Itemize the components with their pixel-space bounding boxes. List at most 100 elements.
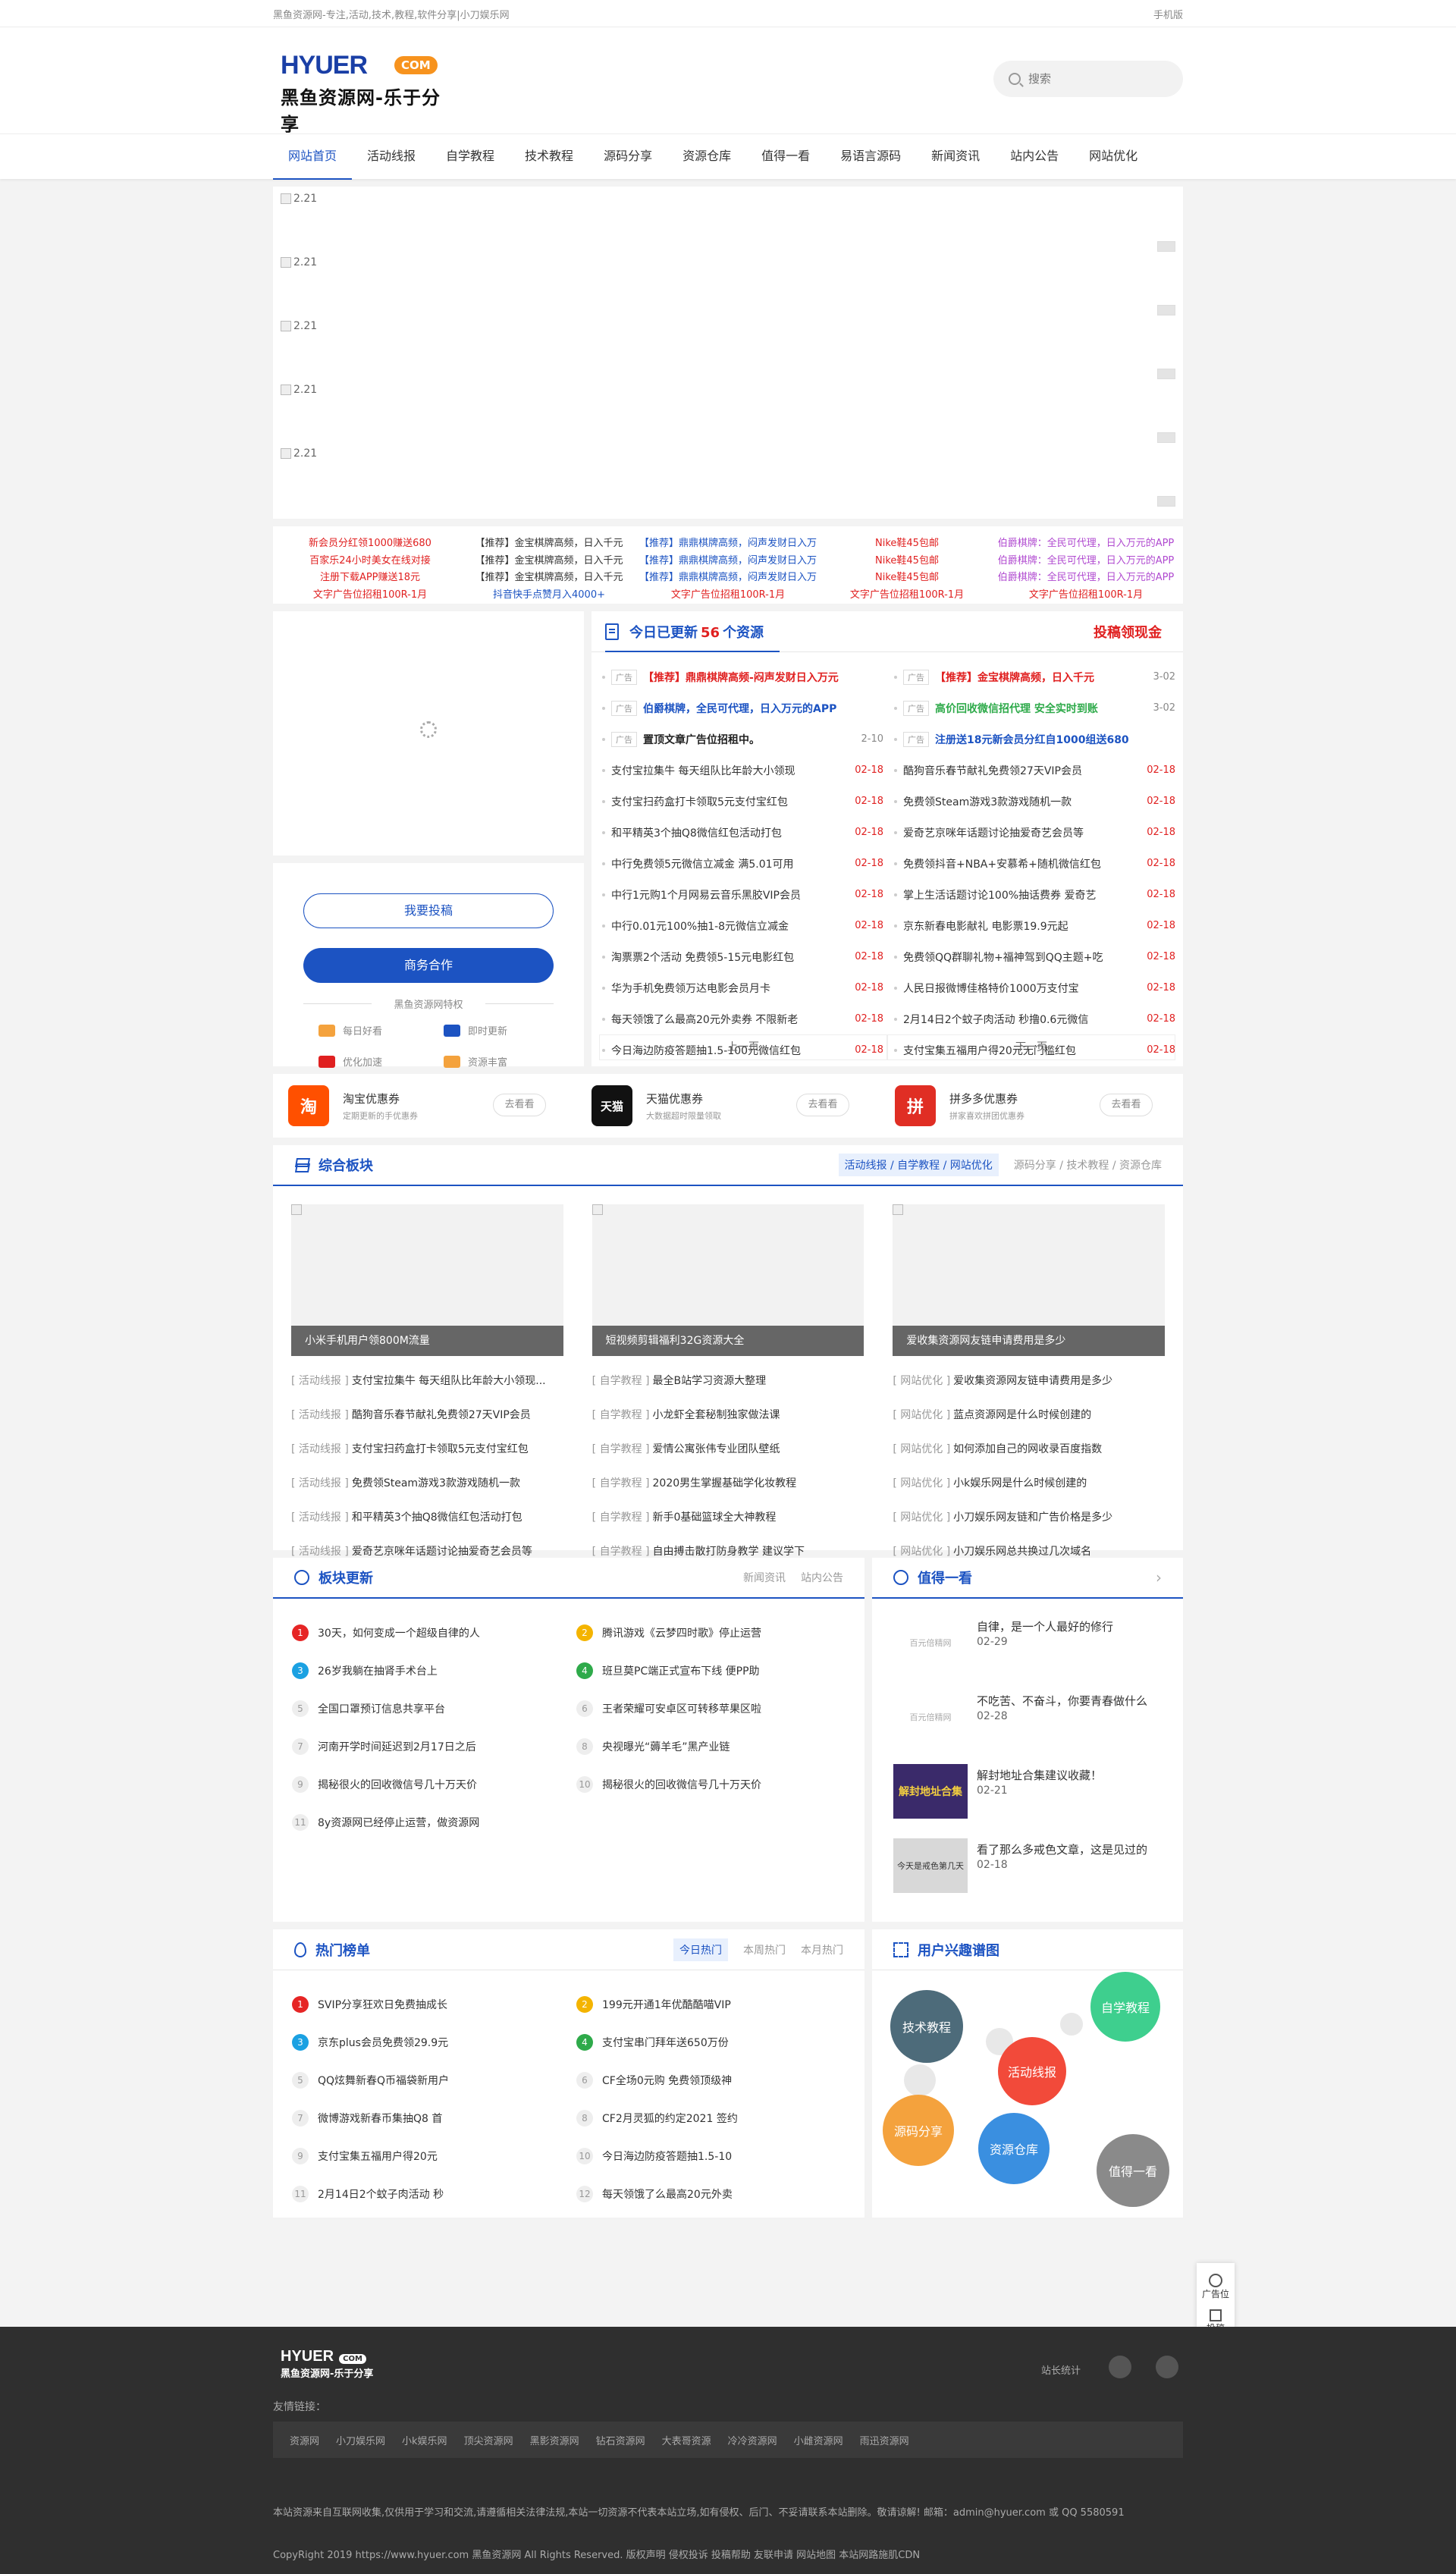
module-list-item[interactable]: [ 活动线报 ] 酷狗音乐春节献礼免费领27天VIP会员: [291, 1407, 563, 1441]
carousel-dot[interactable]: [1157, 241, 1175, 252]
composite-tab-inactive[interactable]: 源码分享 / 技术教程 / 资源仓库: [1014, 1154, 1162, 1176]
ranked-item[interactable]: 9 揭秘很火的回收微信号几十万天价: [292, 1766, 561, 1803]
update-title[interactable]: 中行1元购1个月网易云音乐黑胶VIP会员: [611, 887, 849, 902]
text-ad-link[interactable]: 【推荐】金宝棋牌高频，日入千元: [460, 570, 639, 587]
module-image[interactable]: 短视频剪辑福利32G资源大全: [592, 1204, 864, 1356]
text-ad-link[interactable]: 伯爵棋牌：全民可代理，日入万元的APP: [996, 553, 1175, 570]
nav-item-7[interactable]: 易语言源码: [825, 134, 916, 180]
update-title[interactable]: 华为手机免费领万达电影会员月卡: [611, 981, 849, 996]
prev-page-button[interactable]: 上一页: [599, 1034, 887, 1060]
coupon-go-button[interactable]: 去看看: [1100, 1094, 1153, 1116]
update-row[interactable]: 中行0.01元100%抽1-8元微信立减金 02-18: [599, 910, 883, 941]
module-caption[interactable]: 短视频剪辑福利32G资源大全: [592, 1326, 864, 1356]
update-title[interactable]: 掌上生活话题讨论100%抽话费券 爱奇艺: [903, 887, 1141, 902]
update-title[interactable]: 【推荐】鼎鼎棋牌高频-闷声发财日入万元: [643, 670, 883, 685]
search-input[interactable]: [1028, 72, 1172, 86]
update-title[interactable]: 【推荐】金宝棋牌高频，日入千元: [935, 670, 1147, 685]
update-row[interactable]: 广告 【推荐】鼎鼎棋牌高频-闷声发财日入万元: [599, 661, 883, 692]
search-icon[interactable]: [1009, 73, 1021, 85]
ranked-item[interactable]: 5 QQ炫舞新春Q币福袋新用户: [292, 2061, 561, 2099]
update-row[interactable]: 免费领抖音+NBA+安慕希+随机微信红包 02-18: [891, 848, 1175, 879]
ranked-item[interactable]: 2 199元开通1年优酷酷喵VIP: [576, 1985, 846, 2023]
update-title[interactable]: 免费领Steam游戏3款游戏随机一款: [903, 794, 1141, 809]
carousel-slide[interactable]: 2.21: [281, 320, 1175, 384]
ranked-item[interactable]: 8 央视曝光“薅羊毛”黑产业链: [576, 1728, 846, 1766]
submit-article-button[interactable]: 我要投稿: [303, 893, 554, 928]
nav-item-9[interactable]: 站内公告: [995, 134, 1074, 180]
update-title[interactable]: 爱奇艺京咪年话题讨论抽爱奇艺会员等: [903, 825, 1141, 840]
carousel-dot[interactable]: [1157, 305, 1175, 315]
module-list-item[interactable]: [ 自学教程 ] 2020男生掌握基础学化妆教程: [592, 1475, 864, 1509]
module-caption[interactable]: 小米手机用户领800M流量: [291, 1326, 563, 1356]
nav-item-1[interactable]: 活动线报: [352, 134, 431, 180]
ranked-item[interactable]: 6 CF全场0元购 免费领顶级神: [576, 2061, 846, 2099]
ranked-item[interactable]: 3 京东plus会员免费领29.9元: [292, 2023, 561, 2061]
module-caption[interactable]: 爱收集资源网友链申请费用是多少: [893, 1326, 1166, 1356]
ranked-item[interactable]: 9 支付宝集五福用户得20元: [292, 2137, 561, 2175]
carousel-dot[interactable]: [1157, 496, 1175, 507]
ranked-item[interactable]: 5 全国口罩预订信息共享平台: [292, 1690, 561, 1728]
worth-title[interactable]: 自律，是一个人最好的修行: [977, 1618, 1113, 1634]
update-title[interactable]: 人民日报微博佳格特价1000万支付宝: [903, 981, 1141, 996]
ranked-item[interactable]: 10 今日海边防疫答题抽1.5-10: [576, 2137, 846, 2175]
update-title[interactable]: 置顶文章广告位招租中。: [643, 732, 855, 747]
update-row[interactable]: 中行免费领5元微信立减金 满5.01可用 02-18: [599, 848, 883, 879]
bubble-activity[interactable]: 活动线报: [998, 2037, 1066, 2105]
update-row[interactable]: 广告 【推荐】金宝棋牌高频，日入千元 3-02: [891, 661, 1175, 692]
ranked-item[interactable]: 12 每天领饿了么最高20元外卖: [576, 2175, 846, 2213]
ranked-item[interactable]: 10 揭秘很火的回收微信号几十万天价: [576, 1766, 846, 1803]
module-list-item[interactable]: [ 自学教程 ] 小龙虾全套秘制独家做法课: [592, 1407, 864, 1441]
friend-link[interactable]: 资源网: [290, 2433, 319, 2447]
module-list-item[interactable]: [ 自学教程 ] 最全B站学习资源大整理: [592, 1373, 864, 1407]
banner-carousel[interactable]: 2.21 2.21 2.21 2.21 2.21: [273, 187, 1183, 519]
text-ad-link[interactable]: 【推荐】金宝棋牌高频，日入千元: [460, 535, 639, 553]
update-title[interactable]: 支付宝扫药盒打卡领取5元支付宝红包: [611, 794, 849, 809]
module-list-item[interactable]: [ 网站优化 ] 如何添加自己的网收录百度指数: [893, 1441, 1165, 1475]
carousel-slide[interactable]: 2.21: [281, 447, 1175, 511]
text-ad-link[interactable]: 抖音快手点赞月入4000+: [460, 587, 639, 604]
site-stats-link[interactable]: 站长统计: [1041, 2362, 1081, 2377]
business-cooperation-button[interactable]: 商务合作: [303, 948, 554, 983]
module-list-item[interactable]: [ 网站优化 ] 小刀娱乐网友链和广告价格是多少: [893, 1509, 1165, 1543]
ranked-item[interactable]: 1 SVIP分享狂欢日免费抽成长: [292, 1985, 561, 2023]
module-image[interactable]: 小米手机用户领800M流量: [291, 1204, 563, 1356]
update-title[interactable]: 免费领QQ群聊礼物+福神驾到QQ主题+吃: [903, 950, 1141, 965]
update-row[interactable]: 中行1元购1个月网易云音乐黑胶VIP会员 02-18: [599, 879, 883, 910]
text-ad-link[interactable]: 文字广告位招租100R-1月: [281, 587, 460, 604]
text-ad-link[interactable]: 伯爵棋牌：全民可代理，日入万元的APP: [996, 535, 1175, 553]
worth-item[interactable]: 百元倍精网 自律，是一个人最好的修行 02-29: [872, 1599, 1183, 1673]
text-ad-link[interactable]: 文字广告位招租100R-1月: [996, 587, 1175, 604]
update-title[interactable]: 淘票票2个活动 免费领5-15元电影红包: [611, 950, 849, 965]
text-ad-link[interactable]: 新会员分红领1000赚送680: [281, 535, 460, 553]
update-row[interactable]: 2月14日2个蚊子肉活动 秒撸0.6元微信 02-18: [891, 1003, 1175, 1034]
coupon-card[interactable]: 拼拼多多优惠券 拼家喜欢拼团优惠券 去看看: [880, 1074, 1183, 1138]
update-row[interactable]: 华为手机免费领万达电影会员月卡 02-18: [599, 972, 883, 1003]
ranked-item[interactable]: 7 河南开学时间延迟到2月17日之后: [292, 1728, 561, 1766]
ranked-item[interactable]: 8 CF2月灵狐的约定2021 签约: [576, 2099, 846, 2137]
ad-slot-button[interactable]: 广告位: [1197, 2263, 1235, 2300]
worth-item[interactable]: 百元倍精网 不吃苦、不奋斗，你要青春做什么 02-28: [872, 1673, 1183, 1747]
module-list-item[interactable]: [ 活动线报 ] 支付宝拉集牛 每天组队比年龄大小领现...: [291, 1373, 563, 1407]
wechat-icon[interactable]: [1109, 2356, 1131, 2378]
update-row[interactable]: 广告 置顶文章广告位招租中。 2-10: [599, 724, 883, 755]
update-title[interactable]: 注册送18元新会员分红自1000组送680: [935, 732, 1175, 747]
worth-item[interactable]: 解封地址合集 解封地址合集建议收藏！ 02-21: [872, 1747, 1183, 1822]
bubble-self-study[interactable]: 自学教程: [1090, 1972, 1160, 2042]
friend-link[interactable]: 大表哥资源: [662, 2433, 711, 2447]
friend-link[interactable]: 小k娱乐网: [402, 2433, 447, 2447]
contribute-reward-link[interactable]: 投稿领现金: [1094, 622, 1162, 642]
ranked-item[interactable]: 4 支付宝串门拜年送650万份: [576, 2023, 846, 2061]
friend-link[interactable]: 黑影资源网: [530, 2433, 579, 2447]
ranked-item[interactable]: 1 30天，如何变成一个超级自律的人: [292, 1614, 561, 1652]
site-logo[interactable]: HYUER COM 黑鱼资源网-乐于分享: [281, 51, 455, 135]
coupon-go-button[interactable]: 去看看: [493, 1094, 546, 1116]
composite-tab-active[interactable]: 活动线报 / 自学教程 / 网站优化: [838, 1154, 999, 1176]
text-ad-link[interactable]: 百家乐24小时美女在线对接: [281, 553, 460, 570]
update-row[interactable]: 爱奇艺京咪年话题讨论抽爱奇艺会员等 02-18: [891, 817, 1175, 848]
worth-title[interactable]: 解封地址合集建议收藏！: [977, 1767, 1102, 1783]
friend-link[interactable]: 雨迅资源网: [860, 2433, 909, 2447]
ranked-item[interactable]: 3 26岁我躺在抽肾手术台上: [292, 1652, 561, 1690]
ranked-item[interactable]: 6 王者荣耀可安卓区可转移苹果区啦: [576, 1690, 846, 1728]
update-row[interactable]: 免费领QQ群聊礼物+福神驾到QQ主题+吃 02-18: [891, 941, 1175, 972]
module-list-item[interactable]: [ 自学教程 ] 爱情公寓张伟专业团队壁纸: [592, 1441, 864, 1475]
